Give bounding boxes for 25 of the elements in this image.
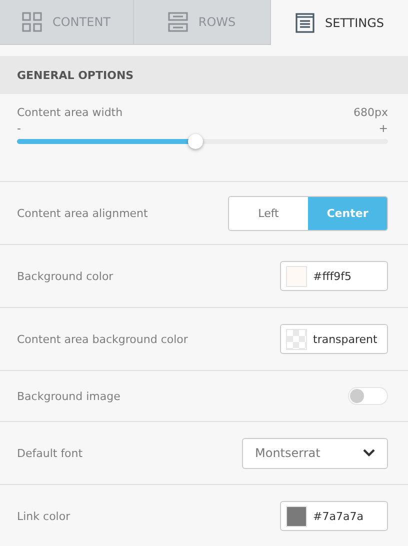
color-field[interactable]: transparent: [280, 324, 388, 354]
toggle-switch[interactable]: [348, 387, 388, 405]
checker-swatch: [286, 328, 307, 350]
setting-label: Content area background color: [17, 332, 188, 346]
width-reading: 680px: [354, 106, 388, 119]
grid-icon: [22, 12, 42, 32]
setting-label: Background color: [17, 270, 114, 282]
setting-label: Default font: [17, 446, 83, 460]
setting-label: Background image: [17, 390, 120, 402]
setting-label: Content area alignment: [17, 206, 148, 220]
setting-label: Content area width: [17, 106, 123, 119]
alignment-option[interactable]: Left: [229, 196, 308, 230]
document-icon: [294, 12, 315, 32]
slider-track[interactable]: [17, 134, 388, 149]
color-field[interactable]: #fff9f5: [280, 261, 388, 291]
chevron-down-icon: [363, 449, 375, 457]
section-header: GENERAL OPTIONS: [0, 56, 408, 94]
font-dropdown[interactable]: Montserrat: [242, 438, 388, 468]
minus-label: -: [17, 122, 21, 135]
slider-thumb[interactable]: [188, 134, 204, 149]
rows-icon: [168, 12, 188, 32]
color-field[interactable]: #7a7a7a: [280, 501, 388, 531]
setting-label: Link color: [17, 510, 70, 522]
plus-label: +: [378, 122, 388, 135]
alignment-option[interactable]: Center: [308, 196, 387, 230]
